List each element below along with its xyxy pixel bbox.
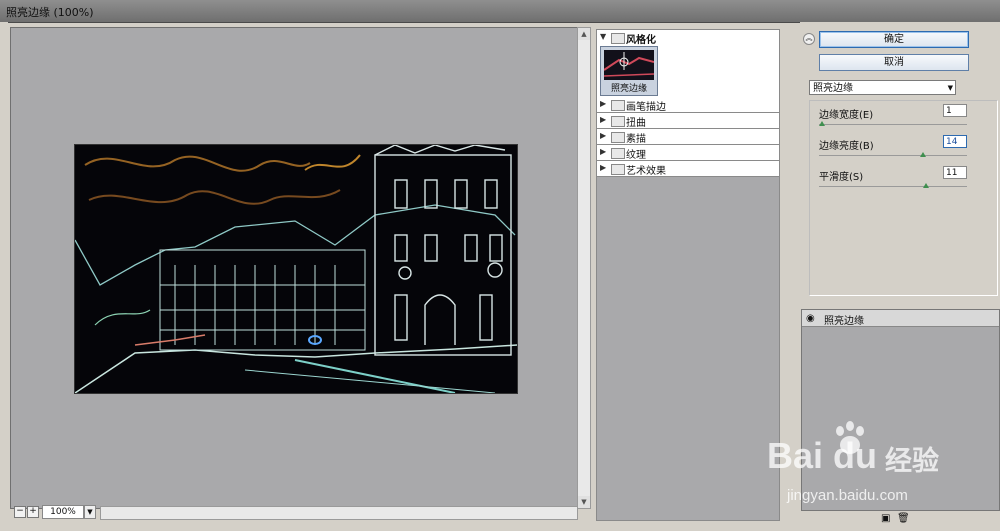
smoothness-field[interactable]: 11 bbox=[943, 166, 967, 179]
expand-arrow-icon[interactable]: ▶ bbox=[600, 131, 606, 140]
window-title: 照亮边缘 (100%) bbox=[6, 6, 94, 19]
expand-arrow-icon[interactable]: ▶ bbox=[600, 147, 606, 156]
new-layer-icon[interactable]: ▣ bbox=[881, 513, 890, 524]
slider-thumb[interactable] bbox=[818, 121, 825, 126]
param-label-smoothness: 平滑度(S) bbox=[819, 172, 864, 183]
smoothness-slider[interactable] bbox=[819, 183, 967, 188]
param-label-edge-brightness: 边缘亮度(B) bbox=[819, 141, 874, 152]
ok-button[interactable]: 确定 bbox=[819, 31, 969, 48]
preview-image[interactable] bbox=[74, 144, 518, 394]
window-frame bbox=[0, 22, 8, 531]
scroll-down-arrow-icon[interactable]: ▼ bbox=[578, 496, 590, 508]
slider-thumb[interactable] bbox=[919, 152, 926, 157]
zoom-level-field[interactable]: 100% bbox=[42, 505, 84, 519]
effect-layer-label: 照亮边缘 bbox=[824, 316, 864, 327]
param-label-edge-width: 边缘宽度(E) bbox=[819, 110, 874, 121]
category-sketch[interactable]: ▶ 素描 bbox=[597, 129, 779, 145]
thumbnail-image bbox=[604, 50, 654, 80]
folder-icon bbox=[611, 116, 625, 127]
category-label: 纹理 bbox=[626, 150, 646, 161]
zoom-out-button[interactable]: − bbox=[14, 506, 26, 518]
folder-icon bbox=[611, 148, 625, 159]
slider-thumb[interactable] bbox=[922, 183, 929, 188]
expand-arrow-icon[interactable]: ▼ bbox=[600, 32, 606, 41]
preview-vertical-scrollbar[interactable]: ▲ ▼ bbox=[577, 27, 591, 509]
thumbnail-svg bbox=[604, 52, 654, 77]
chevron-down-icon[interactable]: ▼ bbox=[948, 81, 953, 96]
filter-parameters: 边缘宽度(E) 1 边缘亮度(B) 14 平滑度(S) 11 bbox=[809, 100, 998, 296]
expand-arrow-icon[interactable]: ▶ bbox=[600, 99, 606, 108]
edge-brightness-slider[interactable] bbox=[819, 152, 967, 157]
eye-icon[interactable]: ◉ bbox=[806, 313, 815, 324]
folder-icon bbox=[611, 132, 625, 143]
edge-brightness-field[interactable]: 14 bbox=[943, 135, 967, 148]
thumbnail-label: 照亮边缘 bbox=[610, 84, 647, 94]
scroll-up-arrow-icon[interactable]: ▲ bbox=[578, 28, 590, 40]
layers-footer: ▣ 🗑 bbox=[801, 511, 998, 527]
preview-area[interactable] bbox=[10, 27, 578, 509]
category-texture[interactable]: ▶ 纹理 bbox=[597, 145, 779, 161]
filter-gallery: ▼ 风格化 照亮边缘 ▶ 画笔描边 ▶ 扭曲 ▶ 素描 ▶ 纹理 ▶ 艺术效果 bbox=[596, 29, 780, 521]
expand-arrow-icon[interactable]: ▶ bbox=[600, 163, 606, 172]
effect-layer-row[interactable]: ◉ 照亮边缘 bbox=[802, 310, 999, 327]
settings-panel: ︽ 确定 取消 照亮边缘 ▼ 边缘宽度(E) 1 边缘亮度(B) 14 平滑度(… bbox=[800, 22, 1000, 531]
expand-arrow-icon[interactable]: ▶ bbox=[600, 115, 606, 124]
folder-icon bbox=[611, 33, 625, 44]
category-stylize-expanded[interactable]: ▼ 风格化 照亮边缘 bbox=[597, 30, 779, 98]
category-artistic[interactable]: ▶ 艺术效果 bbox=[597, 161, 779, 177]
glowing-edges-preview-image bbox=[75, 145, 517, 393]
preview-horizontal-scrollbar[interactable] bbox=[100, 506, 578, 520]
filter-thumbnail-glowing-edges[interactable]: 照亮边缘 bbox=[600, 46, 658, 96]
category-label: 扭曲 bbox=[626, 118, 646, 129]
collapse-gallery-icon[interactable]: ︽ bbox=[803, 33, 815, 45]
folder-icon bbox=[611, 100, 625, 111]
category-brush-strokes[interactable]: ▶ 画笔描边 bbox=[597, 97, 779, 113]
category-distort[interactable]: ▶ 扭曲 bbox=[597, 113, 779, 129]
zoom-dropdown-icon[interactable]: ▼ bbox=[84, 505, 96, 519]
zoom-in-button[interactable]: + bbox=[27, 506, 39, 518]
trash-icon[interactable]: 🗑 bbox=[897, 513, 910, 524]
effect-layers-panel: ◉ 照亮边缘 bbox=[801, 309, 1000, 511]
category-label: 素描 bbox=[626, 134, 646, 145]
category-label: 画笔描边 bbox=[626, 102, 666, 113]
window-titlebar: 照亮边缘 (100%) bbox=[0, 0, 1000, 23]
category-label: 风格化 bbox=[626, 35, 656, 46]
cancel-button[interactable]: 取消 bbox=[819, 54, 969, 71]
edge-width-field[interactable]: 1 bbox=[943, 104, 967, 117]
filter-select[interactable]: 照亮边缘 ▼ bbox=[809, 80, 956, 95]
filter-select-value: 照亮边缘 bbox=[813, 83, 853, 94]
folder-icon bbox=[611, 164, 625, 175]
category-label: 艺术效果 bbox=[626, 166, 666, 177]
edge-width-slider[interactable] bbox=[818, 121, 967, 126]
